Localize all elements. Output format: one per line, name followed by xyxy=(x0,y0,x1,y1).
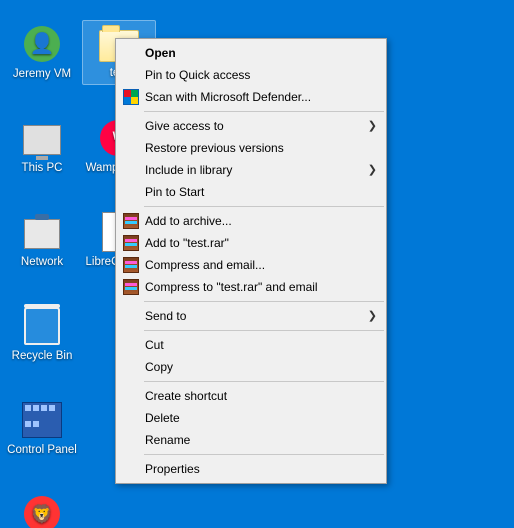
menu-item-include-in-library[interactable]: Include in library ❯ xyxy=(117,159,385,181)
icon-label: Network xyxy=(6,256,78,269)
menu-label: Restore previous versions xyxy=(145,141,284,155)
icon-label: Recycle Bin xyxy=(6,350,78,363)
pc-icon xyxy=(23,125,61,155)
desktop-icon-network[interactable]: Network xyxy=(6,212,78,269)
menu-item-add-to-test-rar[interactable]: Add to "test.rar" xyxy=(117,232,385,254)
desktop-icon-recycle-bin[interactable]: Recycle Bin xyxy=(6,306,78,363)
menu-label: Open xyxy=(145,46,176,60)
context-menu: Open Pin to Quick access Scan with Micro… xyxy=(115,38,387,484)
menu-item-pin-to-start[interactable]: Pin to Start xyxy=(117,181,385,203)
winrar-icon xyxy=(123,257,139,273)
control-panel-icon xyxy=(22,402,62,438)
menu-item-scan-defender[interactable]: Scan with Microsoft Defender... xyxy=(117,86,385,108)
desktop: Jeremy VM This PC Network Recycle Bin Co… xyxy=(0,0,514,528)
menu-item-rename[interactable]: Rename xyxy=(117,429,385,451)
user-avatar-icon xyxy=(24,26,60,62)
menu-item-send-to[interactable]: Send to ❯ xyxy=(117,305,385,327)
menu-label: Rename xyxy=(145,433,190,447)
menu-item-give-access-to[interactable]: Give access to ❯ xyxy=(117,115,385,137)
menu-label: Give access to xyxy=(145,119,224,133)
defender-icon xyxy=(123,89,139,105)
icon-label: This PC xyxy=(6,162,78,175)
menu-item-restore-previous[interactable]: Restore previous versions xyxy=(117,137,385,159)
menu-label: Add to "test.rar" xyxy=(145,236,229,250)
menu-item-cut[interactable]: Cut xyxy=(117,334,385,356)
menu-separator xyxy=(144,330,384,331)
menu-label: Include in library xyxy=(145,163,232,177)
chevron-right-icon: ❯ xyxy=(368,309,377,322)
winrar-icon xyxy=(123,213,139,229)
chevron-right-icon: ❯ xyxy=(368,119,377,132)
menu-label: Scan with Microsoft Defender... xyxy=(145,90,311,104)
menu-label: Create shortcut xyxy=(145,389,227,403)
menu-item-open[interactable]: Open xyxy=(117,42,385,64)
menu-item-pin-quick-access[interactable]: Pin to Quick access xyxy=(117,64,385,86)
menu-label: Cut xyxy=(145,338,164,352)
menu-item-compress-and-email[interactable]: Compress and email... xyxy=(117,254,385,276)
desktop-icon-control-panel[interactable]: Control Panel xyxy=(6,400,78,457)
menu-item-add-to-archive[interactable]: Add to archive... xyxy=(117,210,385,232)
winrar-icon xyxy=(123,279,139,295)
menu-item-create-shortcut[interactable]: Create shortcut xyxy=(117,385,385,407)
menu-label: Properties xyxy=(145,462,200,476)
chevron-right-icon: ❯ xyxy=(368,163,377,176)
menu-separator xyxy=(144,381,384,382)
desktop-icon-jeremy-vm[interactable]: Jeremy VM xyxy=(6,24,78,81)
menu-separator xyxy=(144,206,384,207)
icon-label: Control Panel xyxy=(6,444,78,457)
menu-label: Add to archive... xyxy=(145,214,232,228)
recycle-bin-icon xyxy=(24,307,60,345)
menu-label: Delete xyxy=(145,411,180,425)
menu-label: Copy xyxy=(145,360,173,374)
menu-label: Send to xyxy=(145,309,186,323)
menu-separator xyxy=(144,111,384,112)
menu-label: Pin to Quick access xyxy=(145,68,250,82)
menu-separator xyxy=(144,301,384,302)
desktop-icon-brave[interactable]: 🦁 Brave xyxy=(6,494,78,528)
menu-separator xyxy=(144,454,384,455)
menu-item-compress-test-rar-email[interactable]: Compress to "test.rar" and email xyxy=(117,276,385,298)
menu-label: Compress and email... xyxy=(145,258,265,272)
winrar-icon xyxy=(123,235,139,251)
desktop-icon-this-pc[interactable]: This PC xyxy=(6,118,78,175)
menu-label: Compress to "test.rar" and email xyxy=(145,280,318,294)
brave-icon: 🦁 xyxy=(24,496,60,528)
menu-item-copy[interactable]: Copy xyxy=(117,356,385,378)
menu-item-delete[interactable]: Delete xyxy=(117,407,385,429)
network-icon xyxy=(24,219,60,249)
icon-label: Jeremy VM xyxy=(6,68,78,81)
menu-item-properties[interactable]: Properties xyxy=(117,458,385,480)
menu-label: Pin to Start xyxy=(145,185,204,199)
